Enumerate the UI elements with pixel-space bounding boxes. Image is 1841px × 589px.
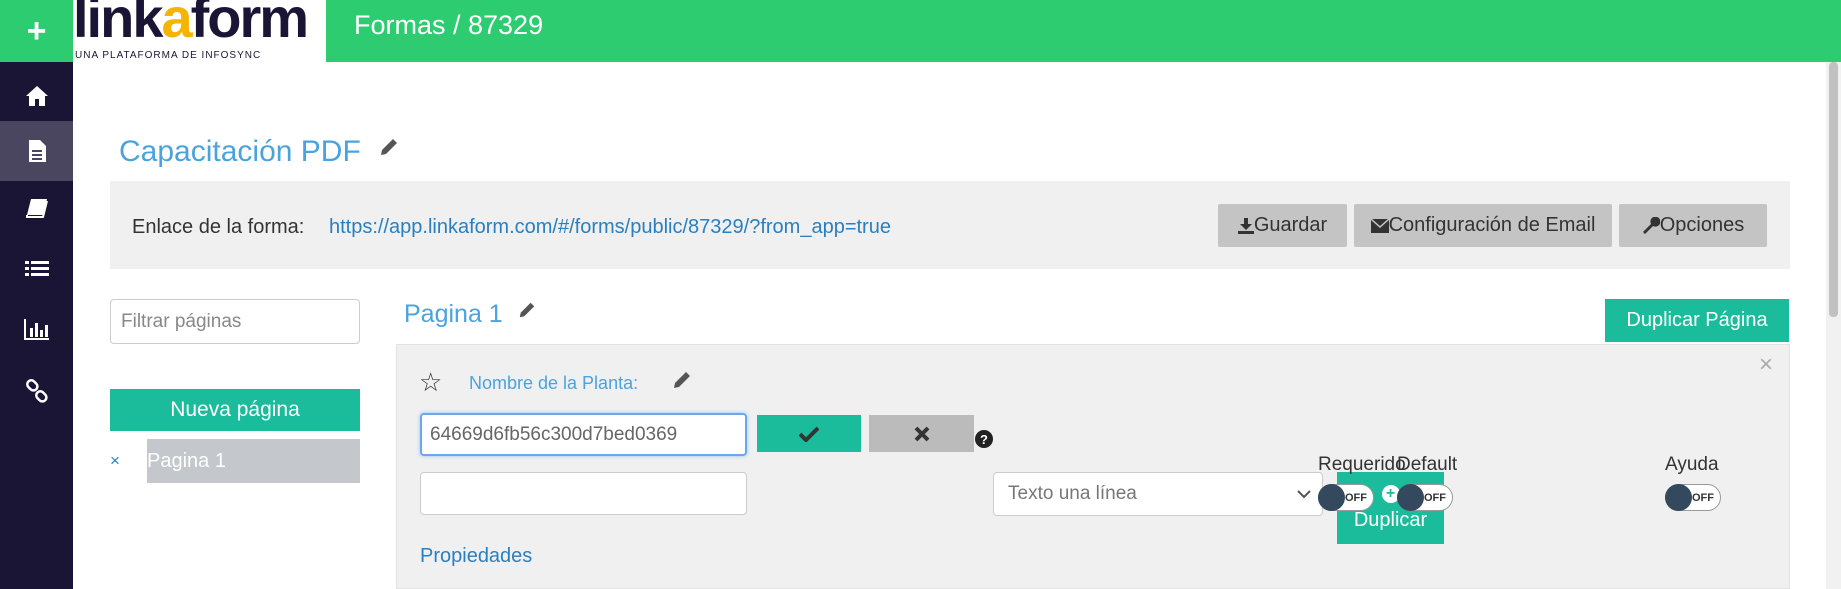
confirm-button[interactable] (757, 415, 861, 452)
form-title-row: Capacitación PDF (119, 131, 399, 169)
edit-page-title-button[interactable] (518, 297, 536, 325)
sidebar-item-list[interactable] (0, 240, 73, 300)
field-label: Nombre de la Planta: (469, 373, 639, 393)
form-link-url[interactable]: https://app.linkaform.com/#/forms/public… (329, 216, 891, 239)
cancel-button[interactable] (869, 415, 974, 452)
toggle-knob (1665, 484, 1692, 511)
logo-tagline: UNA PLATAFORMA DE INFOSYNC (75, 50, 262, 61)
email-config-button[interactable]: Configuración de Email (1354, 204, 1612, 247)
form-link-bar: Enlace de la forma: https://app.linkafor… (110, 181, 1790, 269)
sidebar-item-connections[interactable] (0, 361, 73, 421)
help-label: Ayuda (1665, 454, 1719, 475)
plus-icon: + (26, 11, 47, 50)
book-icon (25, 199, 48, 218)
help-toggle[interactable]: OFF (1665, 484, 1721, 511)
required-toggle[interactable]: OFF (1318, 484, 1374, 511)
duplicate-page-button[interactable]: Duplicar Página (1605, 299, 1789, 342)
star-icon[interactable]: ☆ (419, 367, 442, 398)
sidebar-item-reports[interactable] (0, 299, 73, 359)
edit-field-label-button[interactable] (672, 370, 692, 395)
top-bar: Formas / 87329 (326, 0, 1841, 62)
toggle-state: OFF (1345, 492, 1367, 504)
toggle-knob (1318, 484, 1345, 511)
save-button[interactable]: Guardar (1218, 204, 1347, 247)
envelope-icon (1370, 218, 1389, 233)
field-id-input[interactable] (420, 413, 747, 456)
pencil-icon (674, 372, 690, 388)
page-title: Pagina 1 (404, 300, 503, 328)
toggle-knob (1397, 484, 1424, 511)
download-icon (1237, 217, 1254, 234)
default-toggle[interactable]: OFF (1397, 484, 1453, 511)
help-icon[interactable]: ? (975, 430, 993, 448)
page-title-row: Pagina 1 (404, 297, 536, 329)
toggle-state: OFF (1692, 492, 1714, 504)
sidebar-item-home[interactable] (0, 66, 73, 126)
filter-pages-input[interactable] (110, 299, 360, 344)
close-icon (914, 426, 929, 441)
home-icon (25, 86, 48, 106)
pencil-icon (519, 302, 534, 318)
app-root: + linkaform UNA PLATAFORMA DE INFOSYNC F… (0, 0, 1841, 589)
field-type-value: Texto una línea (1008, 483, 1137, 504)
form-link-label: Enlace de la forma: (132, 216, 305, 238)
pencil-icon (381, 139, 398, 155)
add-button[interactable]: + (0, 0, 73, 62)
edit-title-button[interactable] (379, 131, 399, 165)
field-secondary-input[interactable] (420, 472, 747, 515)
bar-chart-icon (23, 319, 49, 340)
properties-link[interactable]: Propiedades (420, 545, 532, 568)
check-icon (799, 426, 819, 442)
required-label: Requerido (1318, 454, 1406, 475)
chevron-down-icon (1297, 490, 1311, 499)
sidebar-item-records[interactable] (0, 178, 73, 238)
toggle-state: OFF (1424, 492, 1446, 504)
remove-page-button[interactable]: × (110, 451, 120, 471)
new-page-button[interactable]: Nueva página (110, 389, 360, 431)
default-label: Default (1397, 454, 1458, 475)
wrench-icon (1642, 216, 1660, 234)
page-list-item[interactable]: Pagina 1 (147, 439, 360, 483)
brand-logo[interactable]: linkaform UNA PLATAFORMA DE INFOSYNC (73, 0, 326, 62)
form-title: Capacitación PDF (119, 135, 361, 168)
logo-wordmark: linkaform (73, 0, 309, 49)
options-button[interactable]: Opciones (1619, 204, 1767, 247)
field-card: × ☆ Nombre de la Planta: ? Texto una lín… (396, 344, 1790, 589)
document-icon (28, 140, 46, 162)
sidebar: + (0, 0, 73, 589)
list-icon (24, 261, 49, 276)
close-icon[interactable]: × (1759, 351, 1773, 379)
link-icon (25, 379, 48, 403)
field-type-select[interactable]: Texto una línea (993, 472, 1323, 516)
breadcrumb: Formas / 87329 (354, 10, 544, 40)
scrollbar-thumb[interactable] (1829, 62, 1838, 317)
sidebar-item-forms[interactable] (0, 121, 73, 181)
